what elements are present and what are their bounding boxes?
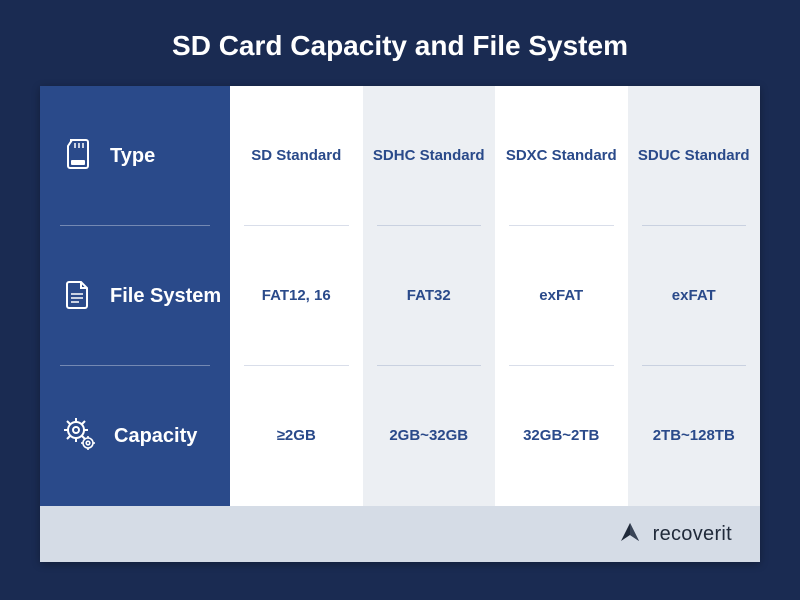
file-icon xyxy=(60,276,96,317)
row-header-filesystem: File System xyxy=(40,226,230,366)
brand-name: recoverit xyxy=(653,523,732,546)
cell-cap-sduc: 2TB~128TB xyxy=(628,366,761,506)
cell-cap-sd: ≥2GB xyxy=(230,366,363,506)
cell-cap-sdxc: 32GB~2TB xyxy=(495,366,628,506)
cell-type-sduc: SDUC Standard xyxy=(628,86,761,226)
cell-fs-sd: FAT12, 16 xyxy=(230,226,363,366)
cell-fs-sduc: exFAT xyxy=(628,226,761,366)
cell-type-sdxc: SDXC Standard xyxy=(495,86,628,226)
cell-cap-sdhc: 2GB~32GB xyxy=(363,366,496,506)
row-label: Type xyxy=(110,145,155,167)
cell-fs-sdhc: FAT32 xyxy=(363,226,496,366)
cell-type-sdhc: SDHC Standard xyxy=(363,86,496,226)
page-title: SD Card Capacity and File System xyxy=(172,30,628,62)
brand-footer: recoverit xyxy=(40,506,760,562)
sd-card-icon xyxy=(60,136,96,177)
brand-logo-icon xyxy=(617,519,643,550)
row-label: Capacity xyxy=(114,425,197,447)
row-label: File System xyxy=(110,285,221,307)
comparison-table: Type SD Standard SDHC Standard SDXC Stan… xyxy=(40,86,760,562)
gear-icon xyxy=(60,414,100,459)
row-header-capacity: Capacity xyxy=(40,366,230,506)
cell-type-sd: SD Standard xyxy=(230,86,363,226)
row-header-type: Type xyxy=(40,86,230,226)
cell-fs-sdxc: exFAT xyxy=(495,226,628,366)
